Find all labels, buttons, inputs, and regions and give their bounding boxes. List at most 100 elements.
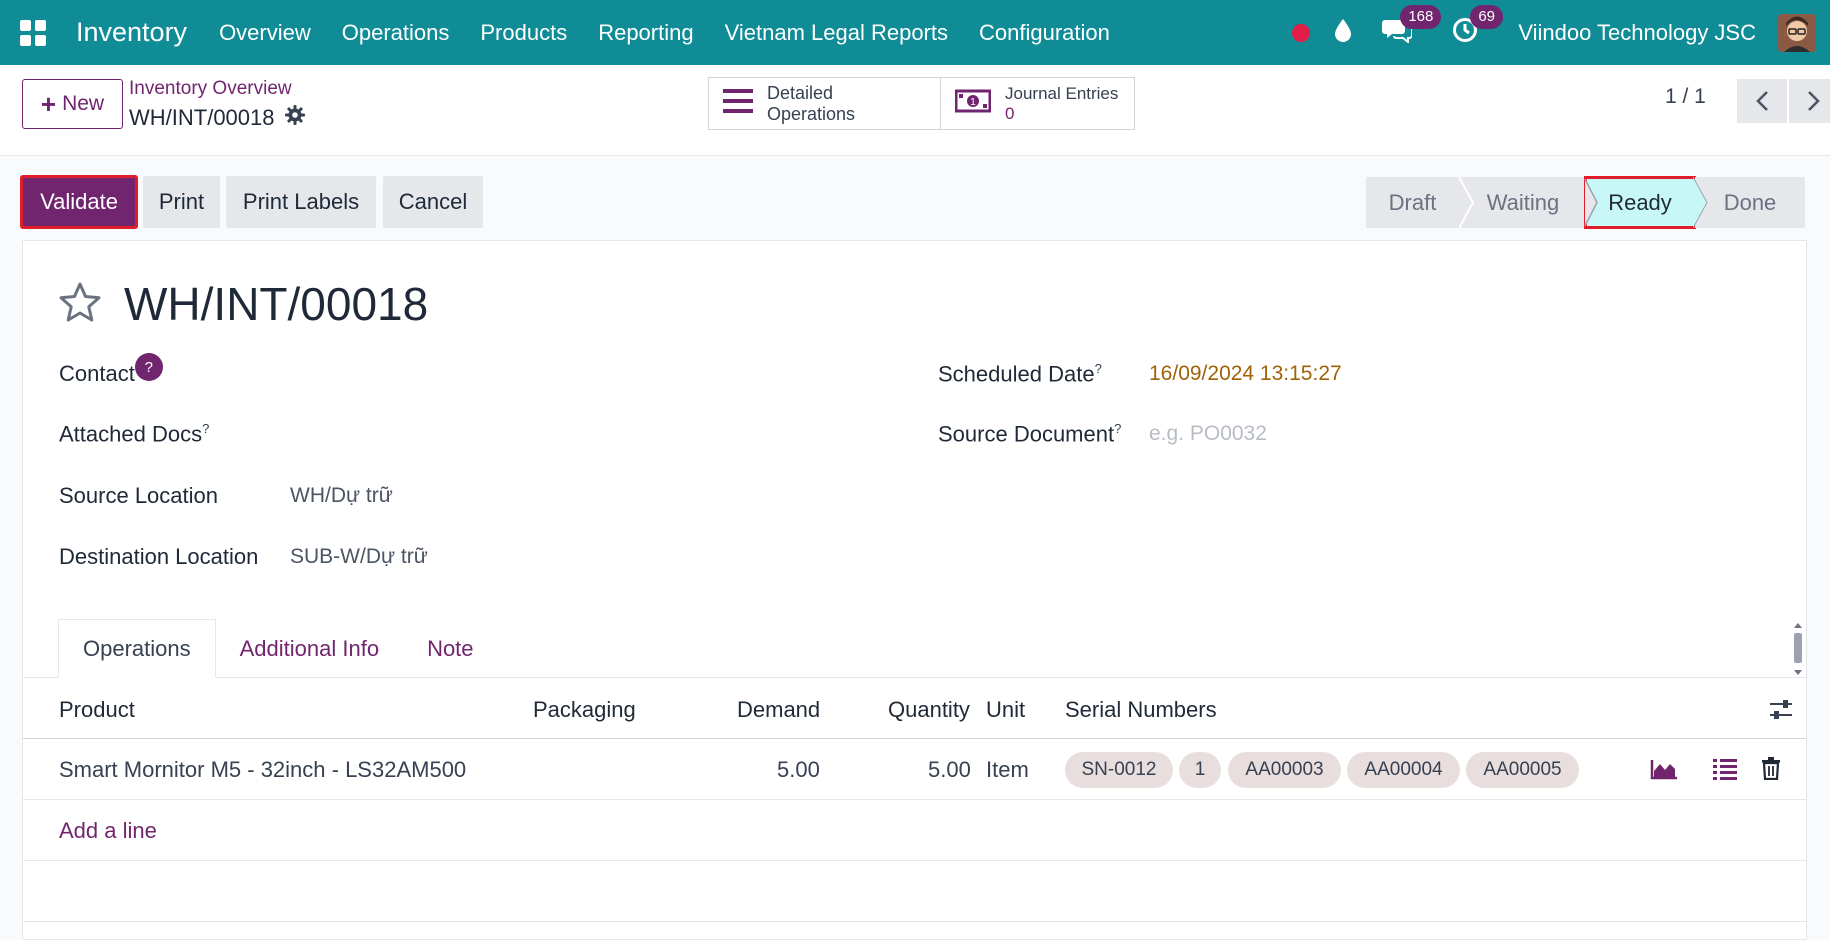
source-document-label-text: Source Document (938, 421, 1115, 447)
table-row[interactable]: Smart Mornitor M5 - 32inch - LS32AM500 5… (23, 740, 1806, 800)
activities-icon[interactable]: 69 (1452, 5, 1503, 48)
scheduled-date-help[interactable]: ? (1095, 361, 1102, 376)
row-unit[interactable]: Item (986, 757, 1029, 783)
row-demand[interactable]: 5.00 (777, 757, 820, 783)
col-quantity[interactable]: Quantity (888, 697, 970, 723)
trash-icon[interactable] (1761, 757, 1781, 785)
detailed-operations-label: Detailed Operations (767, 82, 856, 124)
breadcrumb-current: WH/INT/00018 (129, 105, 305, 131)
source-location-field[interactable]: WH/Dự trữ (290, 484, 393, 508)
plus-icon: + (40, 88, 57, 119)
optional-columns-icon[interactable] (1769, 699, 1793, 727)
serial-chip[interactable]: 1 (1179, 752, 1221, 788)
cancel-button[interactable]: Cancel (383, 176, 483, 228)
notebook-tabs: Operations Additional Info Note (58, 619, 498, 678)
new-button[interactable]: + New (22, 79, 123, 129)
source-document-label: Source Document? (938, 421, 1121, 447)
svg-text:1: 1 (970, 97, 976, 108)
apps-menu-icon[interactable] (20, 19, 46, 46)
user-avatar[interactable] (1778, 13, 1816, 52)
col-unit[interactable]: Unit (986, 697, 1025, 723)
contact-help-icon[interactable]: ? (134, 353, 163, 381)
stage-arrow-icon (1584, 178, 1598, 227)
smart-buttons: Detailed Operations 1 Journal Entries 0 (708, 77, 1135, 130)
action-bar: Validate Print Print Labels Cancel Draft… (0, 157, 1830, 239)
scrollbar[interactable] (1792, 621, 1804, 677)
stage-waiting[interactable]: Waiting (1459, 177, 1585, 228)
stage-done[interactable]: Done (1693, 177, 1805, 228)
forecast-chart-icon[interactable] (1650, 758, 1678, 785)
serial-chip[interactable]: AA00004 (1347, 752, 1460, 788)
contact-label: Contact? (59, 353, 163, 387)
bars-icon (723, 89, 753, 118)
col-serial-numbers[interactable]: Serial Numbers (1065, 697, 1217, 723)
pager-next-button[interactable] (1789, 79, 1830, 123)
scheduled-date-label: Scheduled Date? (938, 361, 1102, 387)
add-line-row: Add a line (23, 801, 1806, 861)
col-demand[interactable]: Demand (737, 697, 820, 723)
col-packaging[interactable]: Packaging (533, 697, 636, 723)
chevron-right-icon (1808, 91, 1820, 111)
activities-badge: 69 (1470, 5, 1503, 29)
gear-icon[interactable] (284, 105, 305, 131)
contact-label-text: Contact (59, 361, 135, 386)
chevron-left-icon (1756, 91, 1768, 111)
tab-additional-info[interactable]: Additional Info (216, 619, 403, 678)
source-document-help[interactable]: ? (1114, 421, 1121, 436)
record-title-row: WH/INT/00018 (58, 277, 428, 331)
pager-value[interactable]: 1 / 1 (1665, 85, 1706, 109)
star-icon[interactable] (58, 281, 102, 328)
journal-entries-label: Journal Entries (1005, 83, 1119, 103)
company-switcher[interactable]: Viindoo Technology JSC (1518, 20, 1756, 46)
print-button[interactable]: Print (143, 176, 220, 228)
stage-arrow-icon (1459, 177, 1475, 228)
menu-overview[interactable]: Overview (219, 20, 311, 46)
add-line-link[interactable]: Add a line (59, 818, 157, 844)
drop-icon[interactable] (1334, 18, 1352, 47)
top-navbar: Inventory Overview Operations Products R… (0, 0, 1830, 65)
scheduled-date-field[interactable]: 16/09/2024 13:15:27 (1149, 362, 1342, 386)
menu-operations[interactable]: Operations (342, 20, 450, 46)
print-labels-button[interactable]: Print Labels (226, 176, 376, 228)
source-document-field[interactable]: e.g. PO0032 (1149, 422, 1267, 446)
journal-entries-count: 0 (1005, 103, 1015, 123)
new-button-label: New (62, 92, 105, 115)
menu-reporting[interactable]: Reporting (598, 20, 693, 46)
serial-chip[interactable]: AA00003 (1228, 752, 1341, 788)
tab-operations[interactable]: Operations (58, 619, 216, 678)
serial-chip[interactable]: AA00005 (1466, 752, 1579, 788)
attached-docs-label-text: Attached Docs (59, 421, 203, 447)
status-bar: Draft Waiting Ready Done (1366, 176, 1805, 229)
stage-ready-label: Ready (1608, 189, 1672, 215)
pager-previous-button[interactable] (1737, 79, 1787, 123)
money-icon: 1 (954, 89, 992, 118)
breadcrumb-parent[interactable]: Inventory Overview (129, 78, 292, 100)
stage-arrow-icon (1693, 177, 1708, 228)
attached-docs-help[interactable]: ? (202, 421, 209, 436)
journal-entries-button[interactable]: 1 Journal Entries 0 (940, 77, 1135, 130)
col-product[interactable]: Product (59, 697, 135, 723)
details-list-icon[interactable] (1713, 758, 1737, 785)
stage-ready[interactable]: Ready (1584, 176, 1696, 229)
serial-chip[interactable]: SN-0012 (1065, 752, 1173, 788)
record-dot-icon[interactable] (1292, 23, 1311, 42)
control-panel: + New Inventory Overview WH/INT/00018 De… (0, 65, 1830, 156)
stage-draft[interactable]: Draft (1366, 177, 1459, 228)
tab-note[interactable]: Note (403, 619, 497, 678)
empty-table-row (23, 862, 1806, 922)
menu-vietnam-legal-reports[interactable]: Vietnam Legal Reports (725, 20, 948, 46)
app-brand[interactable]: Inventory (76, 17, 187, 48)
validate-button[interactable]: Validate (20, 175, 138, 229)
stage-waiting-label: Waiting (1486, 189, 1560, 215)
messages-icon[interactable]: 168 (1382, 5, 1442, 48)
row-product[interactable]: Smart Mornitor M5 - 32inch - LS32AM500 (59, 757, 466, 783)
row-quantity[interactable]: 5.00 (928, 757, 971, 783)
menu-products[interactable]: Products (480, 20, 567, 46)
record-title: WH/INT/00018 (124, 278, 429, 330)
attached-docs-label: Attached Docs? (59, 421, 209, 447)
detailed-operations-button[interactable]: Detailed Operations (708, 77, 941, 130)
destination-location-label: Destination Location (59, 544, 259, 569)
destination-location-field[interactable]: SUB-W/Dự trữ (290, 545, 428, 569)
menu-configuration[interactable]: Configuration (979, 20, 1110, 46)
pager-buttons (1705, 79, 1830, 123)
